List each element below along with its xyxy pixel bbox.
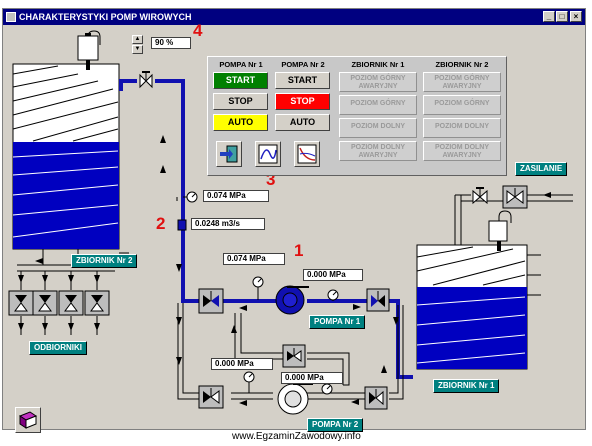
tank-2-label: ZBIORNIK Nr 2 xyxy=(71,254,138,268)
tank-2-level-emergency-top: POZIOM GÓRNY AWARYJNY xyxy=(423,72,501,92)
title-bar: CHARAKTERYSTYKI POMP WIROWYCH _ □ × xyxy=(3,9,585,25)
valve-opening-input[interactable]: 90 % xyxy=(151,37,191,49)
tank-2-level-top: POZIOM GÓRNY xyxy=(423,95,501,115)
tank-2-level-bottom: POZIOM DOLNY xyxy=(423,118,501,138)
pump-1-label: POMPA Nr 1 xyxy=(309,315,366,329)
pump-1-auto-button[interactable]: AUTO xyxy=(213,114,268,131)
tank-1-indicator-header: ZBIORNIK Nr 1 xyxy=(351,60,405,69)
pump-2-label: POMPA Nr 2 xyxy=(307,418,364,432)
close-button[interactable]: × xyxy=(570,11,582,22)
pressure-readout-pump2-in: 0.000 MPa xyxy=(211,358,273,370)
valve-supply[interactable] xyxy=(472,185,528,209)
pump-1-stop-button[interactable]: STOP xyxy=(213,93,268,110)
valve-pump2-discharge[interactable] xyxy=(364,386,388,410)
tank-2-indicator-header: ZBIORNIK Nr 2 xyxy=(435,60,489,69)
control-panel: POMPA Nr 1 START STOP AUTO POMPA Nr 2 ST… xyxy=(207,56,507,176)
pressure-readout-pump1-in: 0.074 MPa xyxy=(223,253,285,265)
characteristics-icon xyxy=(297,144,317,164)
pump-2-start-button[interactable]: START xyxy=(275,72,330,89)
spinner-up-button[interactable]: ▲ xyxy=(132,35,143,44)
tank-2 xyxy=(12,63,120,250)
tank-1-level-emergency-bottom: POZIOM DOLNY AWARYJNY xyxy=(339,141,417,161)
tank-1-label: ZBIORNIK Nr 1 xyxy=(433,379,500,393)
marker-1: 1 xyxy=(294,241,304,260)
pressure-readout-pump1-out: 0.000 MPa xyxy=(303,269,363,281)
help-button[interactable] xyxy=(15,407,41,433)
pressure-readout-pump2-out: 0.000 MPa xyxy=(281,372,343,384)
app-icon xyxy=(6,12,16,22)
window-title: CHARAKTERYSTYKI POMP WIROWYCH xyxy=(19,12,192,22)
valve-pump2-suction[interactable] xyxy=(198,385,224,409)
book-icon xyxy=(18,411,38,429)
pump-curve-icon xyxy=(258,144,278,164)
supply-label: ZASILANIE xyxy=(515,162,568,176)
tank-1-level-top: POZIOM GÓRNY xyxy=(339,95,417,115)
tank-1-level-bottom: POZIOM DOLNY xyxy=(339,118,417,138)
process-diagram: 4 3 2 1 ▲ ▼ 90 % 0.074 MPa 0.0248 m3/s 0… xyxy=(3,21,585,432)
pump-2-header: POMPA Nr 2 xyxy=(281,60,325,69)
pressure-readout-main: 0.074 MPa xyxy=(203,190,269,202)
maximize-button[interactable]: □ xyxy=(556,11,568,22)
flow-readout: 0.0248 m3/s xyxy=(191,218,265,230)
consumer-valves[interactable] xyxy=(8,290,110,316)
marker-4: 4 xyxy=(193,21,203,40)
marker-2: 2 xyxy=(156,214,166,233)
consumers-label: ODBIORNIKI xyxy=(29,341,87,355)
pump-1[interactable] xyxy=(275,285,309,315)
characteristics-button[interactable] xyxy=(294,141,320,167)
pump-2-auto-button[interactable]: AUTO xyxy=(275,114,330,131)
valve-pump1-discharge[interactable] xyxy=(366,288,390,312)
valve-bypass[interactable] xyxy=(282,344,306,368)
pump-2[interactable] xyxy=(277,383,313,415)
exit-button[interactable] xyxy=(216,141,242,167)
pump-curve-button[interactable] xyxy=(255,141,281,167)
valve-tank2[interactable] xyxy=(139,71,153,89)
spinner-down-button[interactable]: ▼ xyxy=(132,45,143,54)
watermark: www.EgzaminZawodowy.info xyxy=(232,431,361,442)
pump-1-start-button[interactable]: START xyxy=(213,72,268,89)
tank-1 xyxy=(416,244,528,370)
minimize-button[interactable]: _ xyxy=(543,11,555,22)
valve-pump1-suction[interactable] xyxy=(198,288,224,314)
pump-2-stop-button[interactable]: STOP xyxy=(275,93,330,110)
app-window: CHARAKTERYSTYKI POMP WIROWYCH _ □ × 4 3 … xyxy=(2,8,586,433)
tank-1-level-emergency-top: POZIOM GÓRNY AWARYJNY xyxy=(339,72,417,92)
tank-2-level-emergency-bottom: POZIOM DOLNY AWARYJNY xyxy=(423,141,501,161)
exit-icon xyxy=(220,145,238,163)
pump-1-header: POMPA Nr 1 xyxy=(219,60,263,69)
